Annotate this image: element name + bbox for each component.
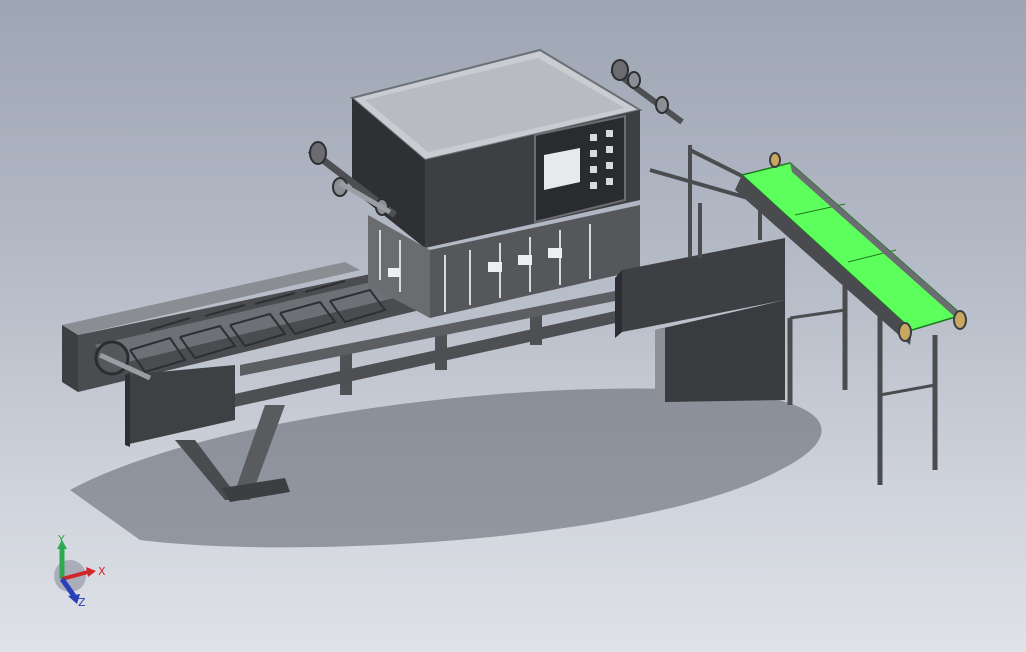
packaging-machine-model[interactable] [0, 0, 1026, 652]
coordinate-triad[interactable]: Y X Z [48, 534, 118, 614]
z-axis-label: Z [78, 596, 86, 609]
x-axis-label: X [98, 565, 106, 578]
cad-viewport[interactable]: Y X Z [0, 0, 1026, 652]
y-axis-label: Y [58, 533, 65, 546]
electrical-cabinet [615, 238, 785, 402]
